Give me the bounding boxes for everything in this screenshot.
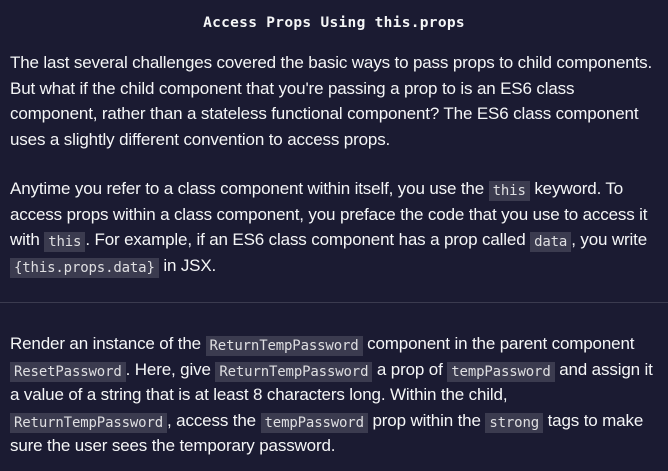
text-segment: Anytime you refer to a class component w… — [10, 179, 489, 198]
text-segment: in JSX. — [158, 255, 217, 275]
inline-code-this-props-data: {this.props.data} — [10, 257, 159, 278]
text-segment: , you write — [571, 230, 648, 249]
task-paragraph: Render an instance of the ReturnTempPass… — [10, 331, 658, 459]
convention-paragraph: Anytime you refer to a class component w… — [10, 176, 658, 278]
inline-code-this: this — [44, 232, 86, 252]
text-segment: . For example, if an ES6 class component… — [85, 230, 531, 249]
challenge-title: Access Props Using this.props — [203, 15, 465, 31]
inline-code-temp-password: tempPassword — [447, 361, 555, 382]
inline-code-return-temp-password: ReturnTempPassword — [10, 412, 168, 433]
text-segment: component in the parent component — [362, 334, 635, 353]
inline-code-temp-password: tempPassword — [260, 412, 368, 433]
text-segment: , access the — [167, 410, 261, 430]
inline-code-reset-password: ResetPassword — [10, 361, 126, 382]
challenge-description-panel: Access Props Using this.props The last s… — [0, 0, 668, 471]
inline-code-data: data — [530, 232, 572, 252]
inline-code-return-temp-password: ReturnTempPassword — [215, 361, 373, 382]
text-segment: Render an instance of the — [10, 334, 206, 353]
text-segment: prop within the — [367, 410, 486, 430]
inline-code-strong: strong — [485, 412, 544, 433]
intro-paragraph: The last several challenges covered the … — [10, 53, 653, 149]
inline-code-this: this — [488, 181, 530, 201]
text-segment: . Here, give — [125, 359, 216, 379]
section-divider — [0, 302, 668, 303]
inline-code-return-temp-password: ReturnTempPassword — [205, 336, 363, 356]
text-segment: a prop of — [372, 359, 448, 379]
